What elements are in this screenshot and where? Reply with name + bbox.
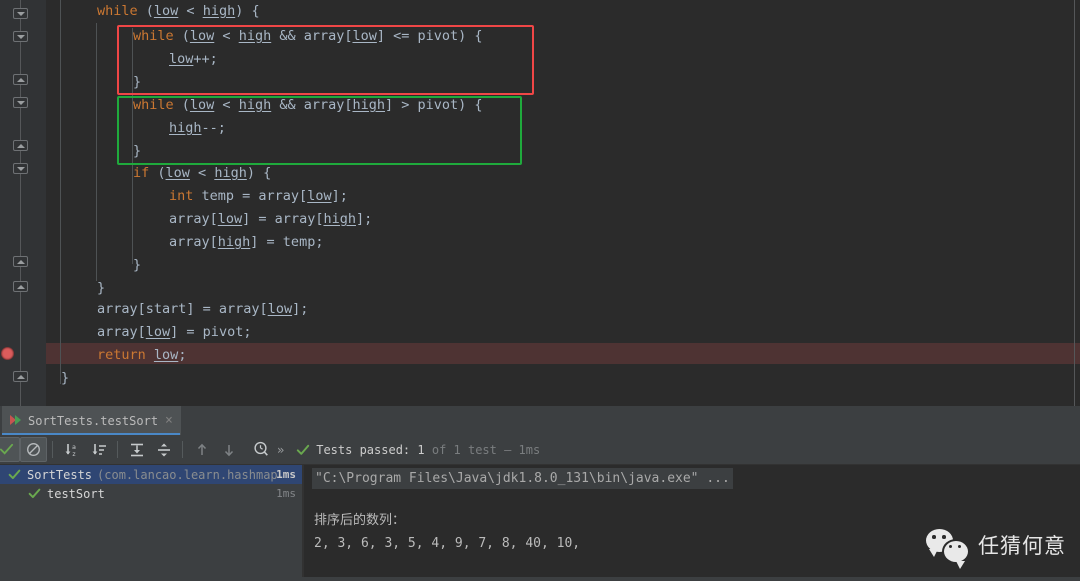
code-line: } xyxy=(61,370,70,386)
test-class-package: (com.lancao.learn.hashmap xyxy=(97,467,278,482)
run-tool-window: SortTests.testSort × a z » Tests passed:… xyxy=(0,406,1080,581)
tab-sorttests-testsort[interactable]: SortTests.testSort × xyxy=(2,406,181,435)
run-tab-bar: SortTests.testSort × xyxy=(0,406,1080,436)
code-line: } xyxy=(97,280,106,296)
hide-ignored-toggle[interactable] xyxy=(20,437,47,462)
code-line: array[start] = array[low]; xyxy=(97,301,309,317)
console-output-title: 排序后的数列： xyxy=(314,513,406,528)
code-line: int temp = array[low]; xyxy=(169,188,348,204)
status-check-icon xyxy=(297,444,310,455)
code-line: return low; xyxy=(97,347,187,363)
editor-scrollbar-track[interactable] xyxy=(1074,0,1075,406)
status-strip xyxy=(0,577,1080,581)
test-duration: 1ms xyxy=(276,468,296,481)
toolbar-separator xyxy=(182,441,183,458)
wechat-logo-icon xyxy=(926,529,970,569)
status-primary-text: Tests passed: xyxy=(316,442,418,457)
red-highlight-box xyxy=(117,25,534,95)
next-failed-test-button[interactable] xyxy=(215,437,242,462)
test-passed-icon xyxy=(8,469,21,480)
code-line: array[low] = pivot; xyxy=(97,324,252,340)
code-line: if (low < high) { xyxy=(133,165,272,181)
test-history-button[interactable] xyxy=(248,437,275,462)
code-editor[interactable]: while (low < high) { while (low < high &… xyxy=(0,0,1080,406)
test-duration: 1ms xyxy=(276,487,296,500)
show-passed-toggle[interactable] xyxy=(0,437,20,462)
toolbar-overflow-icon[interactable]: » xyxy=(277,443,284,457)
test-toolbar: a z » Tests passed: 1 of 1 test – 1ms xyxy=(0,435,1080,465)
collapse-all-icon xyxy=(157,443,170,456)
check-icon xyxy=(0,443,14,455)
sort-alphabetically-button[interactable]: a z xyxy=(58,437,85,462)
green-highlight-box xyxy=(117,96,522,165)
code-line: array[low] = array[high]; xyxy=(169,211,373,227)
indent-guide xyxy=(96,23,97,281)
arrow-up-icon xyxy=(197,443,206,455)
test-results-tree[interactable]: SortTests (com.lancao.learn.hashmap 1ms … xyxy=(0,465,302,581)
console-command-line: "C:\Program Files\Java\jdk1.8.0_131\bin\… xyxy=(312,468,733,489)
watermark-text: 任猜何意 xyxy=(978,534,1066,558)
close-icon[interactable]: × xyxy=(165,414,173,427)
status-count: 1 xyxy=(417,442,425,457)
svg-text:z: z xyxy=(72,450,76,458)
status-secondary-text: of 1 test – xyxy=(424,442,519,457)
code-line: while (low < high) { xyxy=(97,3,260,19)
toolbar-separator xyxy=(117,441,118,458)
circle-slash-icon xyxy=(27,443,40,456)
sort-duration-icon xyxy=(92,443,106,455)
test-method-name: testSort xyxy=(47,486,105,501)
arrow-down-icon xyxy=(224,444,233,456)
clock-search-icon xyxy=(254,441,268,456)
table-row[interactable]: SortTests (com.lancao.learn.hashmap 1ms xyxy=(0,465,302,484)
wechat-watermark: 任猜何意 xyxy=(926,529,1066,569)
sort-by-duration-button[interactable] xyxy=(85,437,112,462)
previous-failed-test-button[interactable] xyxy=(188,437,215,462)
indent-guide xyxy=(60,0,61,384)
test-status-bar: Tests passed: 1 of 1 test – 1ms xyxy=(296,443,540,457)
status-duration: 1ms xyxy=(518,442,541,457)
test-passed-icon xyxy=(28,488,41,499)
sort-alpha-icon: a z xyxy=(65,443,76,458)
test-class-name: SortTests xyxy=(27,467,93,482)
expand-all-button[interactable] xyxy=(123,437,150,462)
expand-all-icon xyxy=(130,443,143,456)
run-configuration-icon xyxy=(9,414,22,427)
table-row[interactable]: testSort 1ms xyxy=(0,484,302,503)
console-output-values: 2, 3, 6, 3, 5, 4, 9, 7, 8, 40, 10, xyxy=(314,536,581,551)
toolbar-separator xyxy=(52,441,53,458)
collapse-all-button[interactable] xyxy=(150,437,177,462)
ide-window: while (low < high) { while (low < high &… xyxy=(0,0,1080,581)
code-line: array[high] = temp; xyxy=(169,234,324,250)
tab-label: SortTests.testSort xyxy=(28,413,159,428)
code-line: } xyxy=(133,257,142,273)
